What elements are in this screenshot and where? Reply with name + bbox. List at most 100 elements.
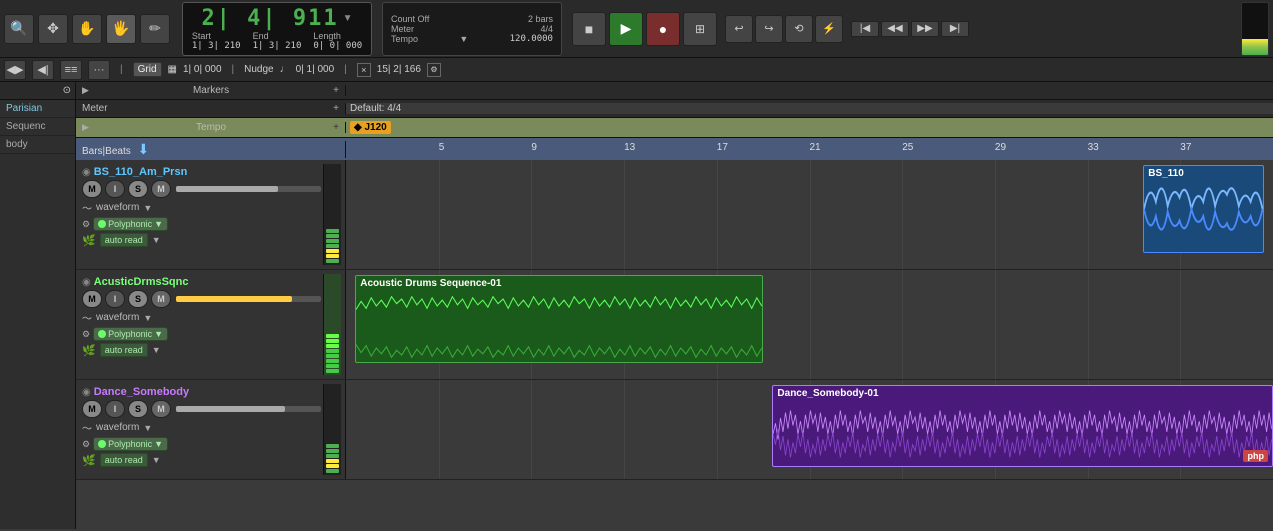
waveform-icon-3: 〜 — [82, 420, 92, 435]
fader-3[interactable] — [176, 406, 321, 412]
fastforward-button[interactable]: ▶▶ — [911, 21, 939, 37]
time-sub-info: Start 1| 3| 210 End 1| 3| 210 Length 0| … — [192, 31, 362, 51]
polyphonic-btn-1[interactable]: Polyphonic ▼ — [93, 217, 168, 231]
input-btn-2[interactable]: I — [105, 290, 125, 308]
hand-tool-button[interactable]: ✋ — [72, 14, 102, 44]
link-button[interactable]: ⚙ — [427, 63, 441, 77]
sidebar-collapse-btn[interactable]: ⊙ — [63, 85, 71, 96]
leaf-icon-2: 🌿 — [82, 344, 96, 357]
punch-button[interactable]: ⚡ — [815, 15, 843, 43]
mode-btn-2[interactable]: M — [151, 290, 171, 308]
track-name-1[interactable]: BS_110_Am_Prsn — [94, 166, 188, 178]
add-track-button[interactable]: ◀▶ — [4, 60, 26, 80]
nav-btn-2[interactable]: ◀| — [32, 60, 54, 80]
leaf-icon-1: 🌿 — [82, 234, 96, 247]
auto-read-btn-1[interactable]: auto read — [100, 233, 148, 247]
sidebar-item-body[interactable]: body — [0, 136, 75, 154]
polyphonic-row-1: ⚙ Polyphonic ▼ — [82, 217, 321, 231]
grid-line — [439, 160, 440, 269]
sidebar-item-parisian[interactable]: Parisian — [0, 100, 75, 118]
mute-btn-1[interactable]: M — [82, 180, 102, 198]
ruler-mark-9: 9 — [531, 142, 537, 153]
time-display: 2| 4| 911 ▼ Start 1| 3| 210 End 1| 3| 21… — [182, 2, 372, 56]
zoom-tool-button[interactable]: 🔍 — [4, 14, 34, 44]
main-content: ⊙ Parisian Sequenc body ▶ Markers + Mete… — [0, 82, 1273, 529]
expand-tempo-icon[interactable]: ▶ — [82, 122, 89, 133]
audio-clip-1[interactable]: BS_110 — [1143, 165, 1264, 253]
waveform-dropdown-1[interactable]: ▼ — [143, 203, 152, 213]
stop-button[interactable]: ■ — [572, 12, 606, 46]
solo-btn-3[interactable]: S — [128, 400, 148, 418]
sidebar: ⊙ Parisian Sequenc body — [0, 82, 76, 529]
polyphonic-btn-3[interactable]: Polyphonic ▼ — [93, 437, 168, 451]
fader-1[interactable] — [176, 186, 321, 192]
waveform-text-1: waveform — [96, 202, 139, 213]
clip-label-1: BS_110 — [1148, 168, 1184, 179]
auto-dropdown-1[interactable]: ▼ — [152, 235, 161, 245]
add-tempo-btn[interactable]: + — [333, 122, 339, 133]
waveform-text-3: waveform — [96, 422, 139, 433]
poly-arrow-3: ▼ — [154, 439, 163, 449]
tempo-row-text: Tempo — [196, 122, 226, 133]
track-collapse-2[interactable]: ◉ — [82, 277, 91, 288]
solo-btn-2[interactable]: S — [128, 290, 148, 308]
auto-read-row-3: 🌿 auto read ▼ — [82, 453, 321, 467]
ruler-mark-37: 37 — [1180, 142, 1191, 153]
play-button[interactable]: ▶ — [609, 12, 643, 46]
poly-indicator-1 — [98, 220, 106, 228]
waveform-dropdown-2[interactable]: ▼ — [143, 313, 152, 323]
polyphonic-btn-2[interactable]: Polyphonic ▼ — [93, 327, 168, 341]
bars-label: Bars|Beats ⬇ — [76, 141, 346, 158]
input-btn-3[interactable]: I — [105, 400, 125, 418]
mode-btn-3[interactable]: M — [151, 400, 171, 418]
skip-end-button[interactable]: ▶| — [941, 21, 969, 37]
track-collapse-1[interactable]: ◉ — [82, 167, 91, 178]
track-collapse-3[interactable]: ◉ — [82, 387, 91, 398]
mute-btn-3[interactable]: M — [82, 400, 102, 418]
fader-2[interactable] — [176, 296, 321, 302]
record-button[interactable]: ● — [646, 12, 680, 46]
track-name-2[interactable]: AcusticDrmsSqnc — [94, 276, 189, 288]
main-time: 2| 4| 911 — [201, 6, 338, 31]
waveform-text-2: waveform — [96, 312, 139, 323]
solo-btn-1[interactable]: S — [128, 180, 148, 198]
auto-dropdown-2[interactable]: ▼ — [152, 345, 161, 355]
auto-dropdown-3[interactable]: ▼ — [152, 455, 161, 465]
loop-button[interactable]: ⟲ — [785, 15, 813, 43]
track-row-1: ◉ BS_110_Am_Prsn M I S M — [76, 160, 1273, 270]
add-marker-btn[interactable]: + — [333, 85, 339, 96]
palm-tool-button[interactable]: 🖐 — [106, 14, 136, 44]
sidebar-item-sequence[interactable]: Sequenc — [0, 118, 75, 136]
vol-meter-2 — [323, 274, 341, 375]
grid-type-icon: ▦ — [168, 64, 177, 75]
input-btn-1[interactable]: I — [105, 180, 125, 198]
add-meter-btn[interactable]: + — [333, 103, 339, 114]
default-meter-val: Default: 4/4 — [350, 103, 401, 114]
poly-indicator-3 — [98, 440, 106, 448]
tempo-arrow-icon[interactable]: ▼ — [459, 34, 468, 44]
expand-markers-icon[interactable]: ▶ — [82, 85, 89, 96]
rewind-button[interactable]: ◀◀ — [881, 21, 909, 37]
vol-meter-1 — [323, 164, 341, 265]
audio-clip-2[interactable]: Acoustic Drums Sequence-01 — [355, 275, 763, 363]
auto-read-btn-2[interactable]: auto read — [100, 343, 148, 357]
auto-read-row-2: 🌿 auto read ▼ — [82, 343, 321, 357]
auto-read-btn-3[interactable]: auto read — [100, 453, 148, 467]
mute-btn-2[interactable]: M — [82, 290, 102, 308]
metronome-button[interactable]: × — [357, 63, 371, 77]
skip-start-button[interactable]: |◀ — [851, 21, 879, 37]
waveform-dropdown-3[interactable]: ▼ — [143, 423, 152, 433]
nav-btn-4[interactable]: ··· — [88, 60, 110, 80]
mode-btn-1[interactable]: M — [151, 180, 171, 198]
grid-bar: ◀▶ ◀| ≡≡ ··· | Grid ▦ 1| 0| 000 | Nudge … — [0, 58, 1273, 82]
grid-button[interactable]: ⊞ — [683, 12, 717, 46]
audio-clip-3[interactable]: Dance_Somebody-01 php — [772, 385, 1273, 467]
pointer-tool-button[interactable]: ✥ — [38, 14, 68, 44]
polyphonic-icon-1: ⚙ — [82, 219, 90, 230]
loop-fwd-button[interactable]: ↪ — [755, 15, 783, 43]
track-name-3[interactable]: Dance_Somebody — [94, 386, 189, 398]
loop-back-button[interactable]: ↩ — [725, 15, 753, 43]
level-meter — [1241, 2, 1269, 56]
nav-btn-3[interactable]: ≡≡ — [60, 60, 82, 80]
pencil-tool-button[interactable]: ✏ — [140, 14, 170, 44]
